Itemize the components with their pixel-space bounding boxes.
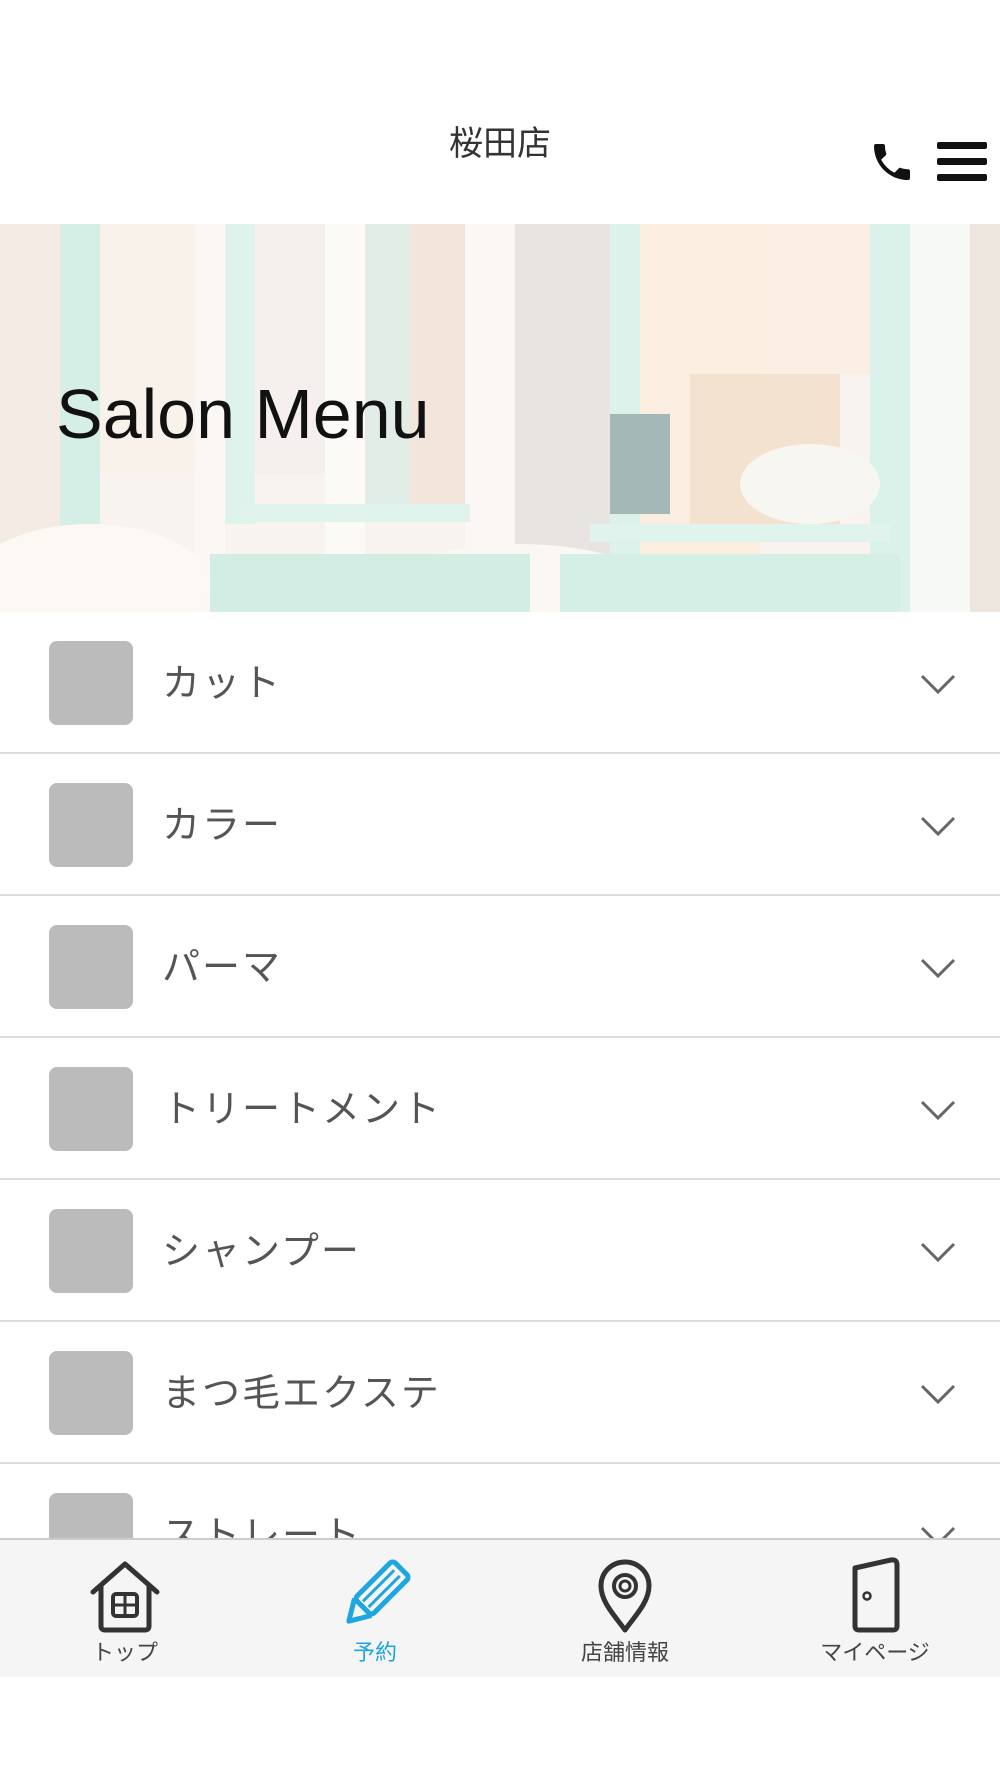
tab-label: 予約 [352,1641,397,1666]
page-title: 桜田店 [449,124,551,164]
menu-item-color[interactable]: カラー [0,754,1000,896]
hero-title: Salon Menu [56,375,430,453]
menu-item-thumbnail [49,1067,133,1151]
menu-item-cut[interactable]: カット [0,612,1000,754]
menu-item-thumbnail [49,1209,133,1293]
tab-label: トップ [91,1641,158,1666]
header: 桜田店 [0,0,1000,224]
menu-item-thumbnail [49,1351,133,1435]
chevron-down-icon [920,958,956,979]
pencil-icon [346,1559,411,1624]
menu-item-eyelash-extension[interactable]: まつ毛エクステ [0,1322,1000,1464]
chevron-down-icon [920,1100,956,1121]
tab-store-info[interactable]: 店舗情報 [500,1540,750,1677]
hamburger-menu-icon [937,142,987,181]
tab-reservation[interactable]: 予約 [250,1540,500,1677]
menu-item-thumbnail [49,925,133,1009]
menu-item-label: トリートメント [162,1087,443,1131]
chevron-down-icon [920,816,956,837]
menu-item-treatment[interactable]: トリートメント [0,1038,1000,1180]
tab-label: 店舗情報 [580,1641,669,1666]
home-icon [90,1561,160,1633]
menu-item-perm[interactable]: パーマ [0,896,1000,1038]
tab-label: マイページ [820,1641,930,1666]
menu-item-label: カラー [162,803,283,847]
chevron-down-icon [920,1242,956,1263]
screen: 桜田店 Salon Menu カット カラー パーマ トリートメント シャンプー… [0,0,1000,1677]
hero-banner: Salon Menu [0,224,1000,612]
salon-menu-list: カット カラー パーマ トリートメント シャンプー まつ毛エクステ ストレート [0,612,1000,1606]
tab-top[interactable]: トップ [0,1540,250,1677]
tab-my-page[interactable]: マイページ [750,1540,1000,1677]
menu-item-label: シャンプー [162,1229,361,1273]
menu-item-label: カット [162,661,283,705]
phone-icon [874,144,910,180]
menu-item-label: パーマ [162,945,283,989]
menu-item-thumbnail [49,783,133,867]
app-root: 桜田店 Salon Menu カット カラー パーマ トリートメント シャンプー… [0,0,1000,1778]
hamburger-menu-button[interactable] [932,132,992,192]
menu-item-thumbnail [49,641,133,725]
chevron-down-icon [920,674,956,695]
door-icon [852,1557,900,1633]
location-pin-icon [598,1559,652,1633]
bottom-tab-bar: トップ 予約 店舗情報 マイページ [0,1538,1000,1677]
chevron-down-icon [920,1384,956,1405]
menu-item-shampoo[interactable]: シャンプー [0,1180,1000,1322]
menu-item-label: まつ毛エクステ [162,1371,441,1415]
call-button[interactable] [862,132,922,192]
